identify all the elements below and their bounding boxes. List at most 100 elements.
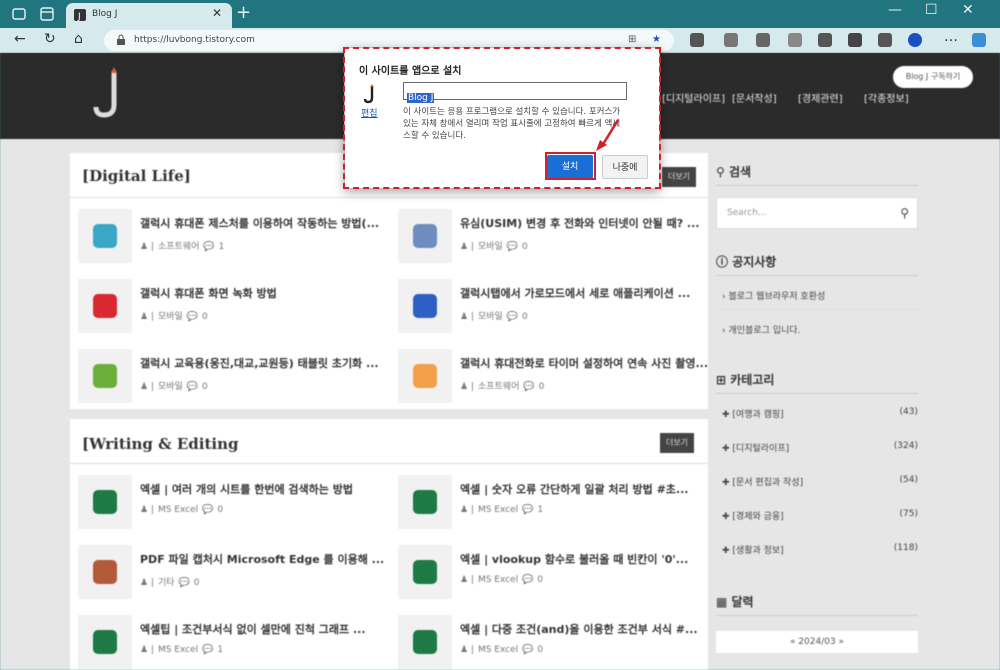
author-icon: ♟ |: [140, 505, 154, 515]
screenshot-icon[interactable]: [878, 33, 892, 47]
article-title[interactable]: 갤럭시탭에서 가로모드에서 세로 애플리케이션 ...: [460, 285, 716, 301]
article-card[interactable]: 갤럭시탭에서 가로모드에서 세로 애플리케이션 ... ♟ | 모바일 💬 0: [398, 275, 718, 339]
article-card[interactable]: 갤럭시 휴대폰 화면 녹화 방법 ♟ | 모바일 💬 0: [78, 275, 398, 339]
back-icon[interactable]: ←: [14, 31, 26, 47]
profile-icon[interactable]: [10, 5, 28, 23]
article-thumbnail[interactable]: [398, 615, 452, 669]
article-title[interactable]: 유심(USIM) 변경 후 전화와 인터넷이 안될 때? ...: [460, 215, 716, 231]
menu-digital-life[interactable]: [디지털라이프]: [662, 90, 725, 105]
menu-info[interactable]: [각종정보]: [864, 90, 909, 105]
article-title[interactable]: 갤럭시 휴대폰 제스처를 이용하여 작동하는 방법(...: [140, 215, 396, 231]
app-install-icon[interactable]: ⊞: [628, 34, 636, 45]
extension-icon[interactable]: [690, 33, 704, 47]
article-title[interactable]: 엑셀 | 여러 개의 시트를 한번에 검색하는 방법: [140, 481, 396, 497]
article-thumbnail[interactable]: [398, 279, 452, 333]
article-category[interactable]: MS Excel: [478, 645, 518, 655]
article-category[interactable]: MS Excel: [158, 645, 198, 655]
article-category[interactable]: 모바일: [478, 242, 503, 252]
article-title[interactable]: 갤럭시 휴대폰 화면 녹화 방법: [140, 285, 396, 301]
comment-icon: 💬: [178, 578, 190, 588]
article-category[interactable]: MS Excel: [478, 505, 518, 515]
category-item[interactable]: ✚ [생활과 정보] (118): [722, 543, 918, 556]
article-thumbnail[interactable]: [78, 615, 132, 669]
article-card[interactable]: 엑셀팁 | 조건부서식 없이 셀만에 진척 그래프 ... ♟ | MS Excel…: [78, 611, 398, 670]
split-screen-icon[interactable]: [724, 33, 738, 47]
divider: [716, 185, 918, 186]
close-window-button[interactable]: ✕: [962, 2, 974, 18]
article-card[interactable]: PDF 파일 캡처시 Microsoft Edge 를 이용해 ... ♟ | 기타…: [78, 541, 398, 605]
article-category[interactable]: 모바일: [478, 312, 503, 322]
notice-heading-text: 공지사항: [732, 255, 777, 269]
article-card[interactable]: 갤럭시 휴대폰 제스처를 이용하여 작동하는 방법(... ♟ | 소프트웨어 💬 1: [78, 205, 398, 269]
article-card[interactable]: 갤럭시 교육용(웅진,대교,교원등) 태블릿 초기화 ... ♟ | 모바일 💬 0: [78, 345, 398, 409]
lock-icon[interactable]: [116, 34, 126, 46]
settings-more-icon[interactable]: …: [944, 29, 958, 45]
article-thumbnail[interactable]: [78, 209, 132, 263]
article-title[interactable]: 갤럭시 교육용(웅진,대교,교원등) 태블릿 초기화 ...: [140, 355, 396, 371]
article-thumbnail[interactable]: [398, 475, 452, 529]
article-category[interactable]: 모바일: [158, 312, 183, 322]
article-category[interactable]: 소프트웨어: [478, 382, 519, 392]
article-card[interactable]: 엑셀 | 여러 개의 시트를 한번에 검색하는 방법 ♟ | MS Excel 💬 0: [78, 471, 398, 535]
article-thumbnail[interactable]: [78, 545, 132, 599]
article-title[interactable]: 갤럭시 휴대전화로 타이머 설정하여 연속 사진 촬영...: [460, 355, 716, 371]
article-thumbnail[interactable]: [398, 545, 452, 599]
article-meta: ♟ | 소프트웨어 💬 1: [140, 239, 228, 252]
site-logo-icon[interactable]: [92, 67, 128, 119]
home-icon[interactable]: ⌂: [74, 31, 83, 47]
favorites-icon[interactable]: [756, 33, 770, 47]
tab-close-icon[interactable]: ✕: [212, 6, 222, 20]
menu-economy[interactable]: [경제관련]: [798, 90, 843, 105]
downloads-icon[interactable]: [818, 33, 832, 47]
category-item[interactable]: ✚ [여행과 캠핑] (43): [722, 407, 918, 420]
article-card[interactable]: 갤럭시 휴대전화로 타이머 설정하여 연속 사진 촬영... ♟ | 소프트웨어 💬 0: [398, 345, 718, 409]
article-card[interactable]: 엑셀 | 다중 조건(and)을 이용한 조건부 서식 #... ♟ | MS Ex…: [398, 611, 718, 670]
new-tab-button[interactable]: +: [236, 2, 251, 23]
author-icon: ♟ |: [460, 382, 474, 392]
article-category[interactable]: MS Excel: [158, 505, 198, 515]
active-tab[interactable]: J Blog J ✕: [66, 3, 232, 28]
article-thumbnail[interactable]: [78, 279, 132, 333]
author-icon: ♟ |: [140, 645, 154, 655]
article-category[interactable]: 기타: [158, 578, 175, 588]
tab-actions-icon[interactable]: [38, 5, 56, 23]
copilot-icon[interactable]: [972, 33, 986, 47]
article-thumbnail[interactable]: [398, 209, 452, 263]
article-title[interactable]: 엑셀팁 | 조건부서식 없이 셀만에 진척 그래프 ...: [140, 621, 396, 637]
collections-icon[interactable]: [788, 33, 802, 47]
article-card[interactable]: 엑셀 | 숫자 오류 간단하게 일괄 처리 방법 #초... ♟ | MS Exce…: [398, 471, 718, 535]
category-name: [경제와 금융]: [732, 512, 784, 522]
article-thumbnail[interactable]: [398, 349, 452, 403]
article-thumbnail[interactable]: [78, 475, 132, 529]
article-category[interactable]: 소프트웨어: [158, 242, 199, 252]
notice-item[interactable]: › 블로그 웹브라우저 호환성: [722, 289, 918, 302]
search-icon[interactable]: ⚲: [900, 206, 909, 220]
favorite-star-icon[interactable]: ★: [652, 34, 661, 45]
refresh-icon[interactable]: ↻: [44, 31, 56, 47]
category-item[interactable]: ✚ [경제와 금융] (75): [722, 509, 918, 522]
notice-item[interactable]: › 개인블로그 입니다.: [722, 323, 918, 336]
comment-icon: 💬: [202, 505, 214, 515]
calendar-nav[interactable]: « 2024/03 »: [716, 631, 918, 653]
article-title[interactable]: 엑셀 | 숫자 오류 간단하게 일괄 처리 방법 #초...: [460, 481, 716, 497]
maximize-button[interactable]: ☐: [925, 2, 938, 18]
category-item[interactable]: ✚ [디지털라이프] (324): [722, 441, 918, 454]
article-title[interactable]: 엑셀 | 다중 조건(and)을 이용한 조건부 서식 #...: [460, 621, 716, 637]
comment-count: 1: [218, 242, 225, 252]
search-input[interactable]: Search... ⚲: [716, 197, 918, 229]
minimize-button[interactable]: —: [888, 2, 902, 18]
article-card[interactable]: 유심(USIM) 변경 후 전화와 인터넷이 안될 때? ... ♟ | 모바일 💬 0: [398, 205, 718, 269]
account-icon[interactable]: [908, 33, 922, 47]
article-title[interactable]: 엑셀 | vlookup 함수로 불러올 때 빈칸이 '0'...: [460, 551, 716, 567]
category-item[interactable]: ✚ [문서 편집과 작성] (54): [722, 475, 918, 488]
more-button[interactable]: 더보기: [662, 167, 696, 187]
article-title[interactable]: PDF 파일 캡처시 Microsoft Edge 를 이용해 ...: [140, 551, 396, 567]
extensions-icon[interactable]: [848, 33, 862, 47]
article-category[interactable]: MS Excel: [478, 575, 518, 585]
article-card[interactable]: 엑셀 | vlookup 함수로 불러올 때 빈칸이 '0'... ♟ | MS E…: [398, 541, 718, 605]
more-button[interactable]: 더보기: [660, 433, 694, 453]
article-thumbnail[interactable]: [78, 349, 132, 403]
subscribe-button[interactable]: Blog J 구독하기: [893, 66, 973, 88]
article-category[interactable]: 모바일: [158, 382, 183, 392]
menu-document[interactable]: [문서작성]: [732, 90, 777, 105]
